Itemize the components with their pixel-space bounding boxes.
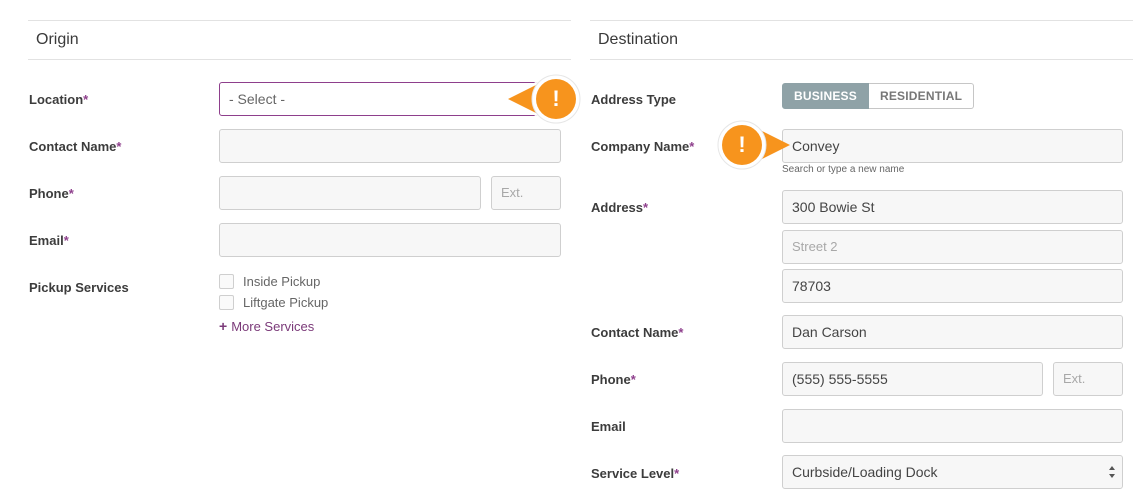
service-level-value: Curbside/Loading Dock (792, 464, 938, 480)
destination-email-label: Email (591, 419, 626, 434)
alert-icon (508, 72, 583, 126)
company-name-help: Search or type a new name (782, 164, 905, 175)
alert-exclamation: ! (738, 132, 746, 157)
origin-phone-label: Phone* (29, 186, 74, 201)
more-services-label: More Services (231, 318, 315, 334)
origin-title: Origin (36, 31, 79, 48)
alert-exclamation: ! (552, 86, 560, 111)
liftgate-pickup-option[interactable]: Liftgate Pickup (219, 295, 328, 310)
alert-icon (715, 118, 790, 172)
origin-email-label: Email* (29, 233, 69, 248)
origin-top-rule (28, 20, 571, 21)
origin-phone-input[interactable] (219, 176, 481, 210)
liftgate-pickup-checkbox[interactable] (219, 295, 234, 310)
destination-phone-label: Phone* (591, 372, 636, 387)
destination-top-rule (590, 20, 1133, 21)
business-toggle[interactable]: BUSINESS (782, 83, 869, 109)
destination-title-rule (590, 59, 1133, 60)
inside-pickup-label: Inside Pickup (243, 274, 321, 289)
company-name-label: Company Name* (591, 139, 695, 154)
select-arrows-icon (1109, 466, 1115, 478)
destination-contact-name-label: Contact Name* (591, 325, 684, 340)
destination-title: Destination (598, 31, 679, 48)
address-type-toggle: BUSINESS RESIDENTIAL (782, 83, 975, 109)
address-zip-input[interactable]: 78703 (782, 269, 1123, 303)
address-line2-input[interactable]: Street 2 (782, 230, 1123, 264)
origin-location-select[interactable]: - Select - (219, 82, 539, 116)
service-level-select[interactable]: Curbside/Loading Dock (782, 455, 1123, 489)
origin-pickup-services-label: Pickup Services (29, 280, 129, 295)
address-label: Address* (591, 200, 649, 215)
address-type-label: Address Type (591, 92, 677, 107)
destination-phone-ext-input[interactable]: Ext. (1053, 362, 1123, 396)
destination-contact-name-input[interactable]: Dan Carson (782, 315, 1123, 349)
location-alert-callout: ! (506, 71, 584, 127)
destination-phone-input[interactable]: (555) 555-5555 (782, 362, 1043, 396)
origin-phone-ext-input[interactable]: Ext. (491, 176, 561, 210)
origin-contact-name-label: Contact Name* (29, 139, 122, 154)
destination-email-input[interactable] (782, 409, 1123, 443)
liftgate-pickup-label: Liftgate Pickup (243, 295, 329, 310)
origin-contact-name-input[interactable] (219, 129, 561, 163)
origin-title-rule (28, 59, 571, 60)
inside-pickup-option[interactable]: Inside Pickup (219, 274, 320, 289)
inside-pickup-checkbox[interactable] (219, 274, 234, 289)
company-name-input[interactable]: Convey (782, 129, 1123, 163)
address-line1-input[interactable]: 300 Bowie St (782, 190, 1123, 224)
origin-email-input[interactable] (219, 223, 561, 257)
service-level-label: Service Level* (591, 466, 680, 481)
plus-icon: + (219, 318, 228, 334)
more-services-link[interactable]: + More Services (219, 318, 314, 334)
residential-toggle[interactable]: RESIDENTIAL (868, 83, 975, 109)
company-alert-callout: ! (714, 117, 792, 173)
origin-location-label: Location* (29, 92, 89, 107)
